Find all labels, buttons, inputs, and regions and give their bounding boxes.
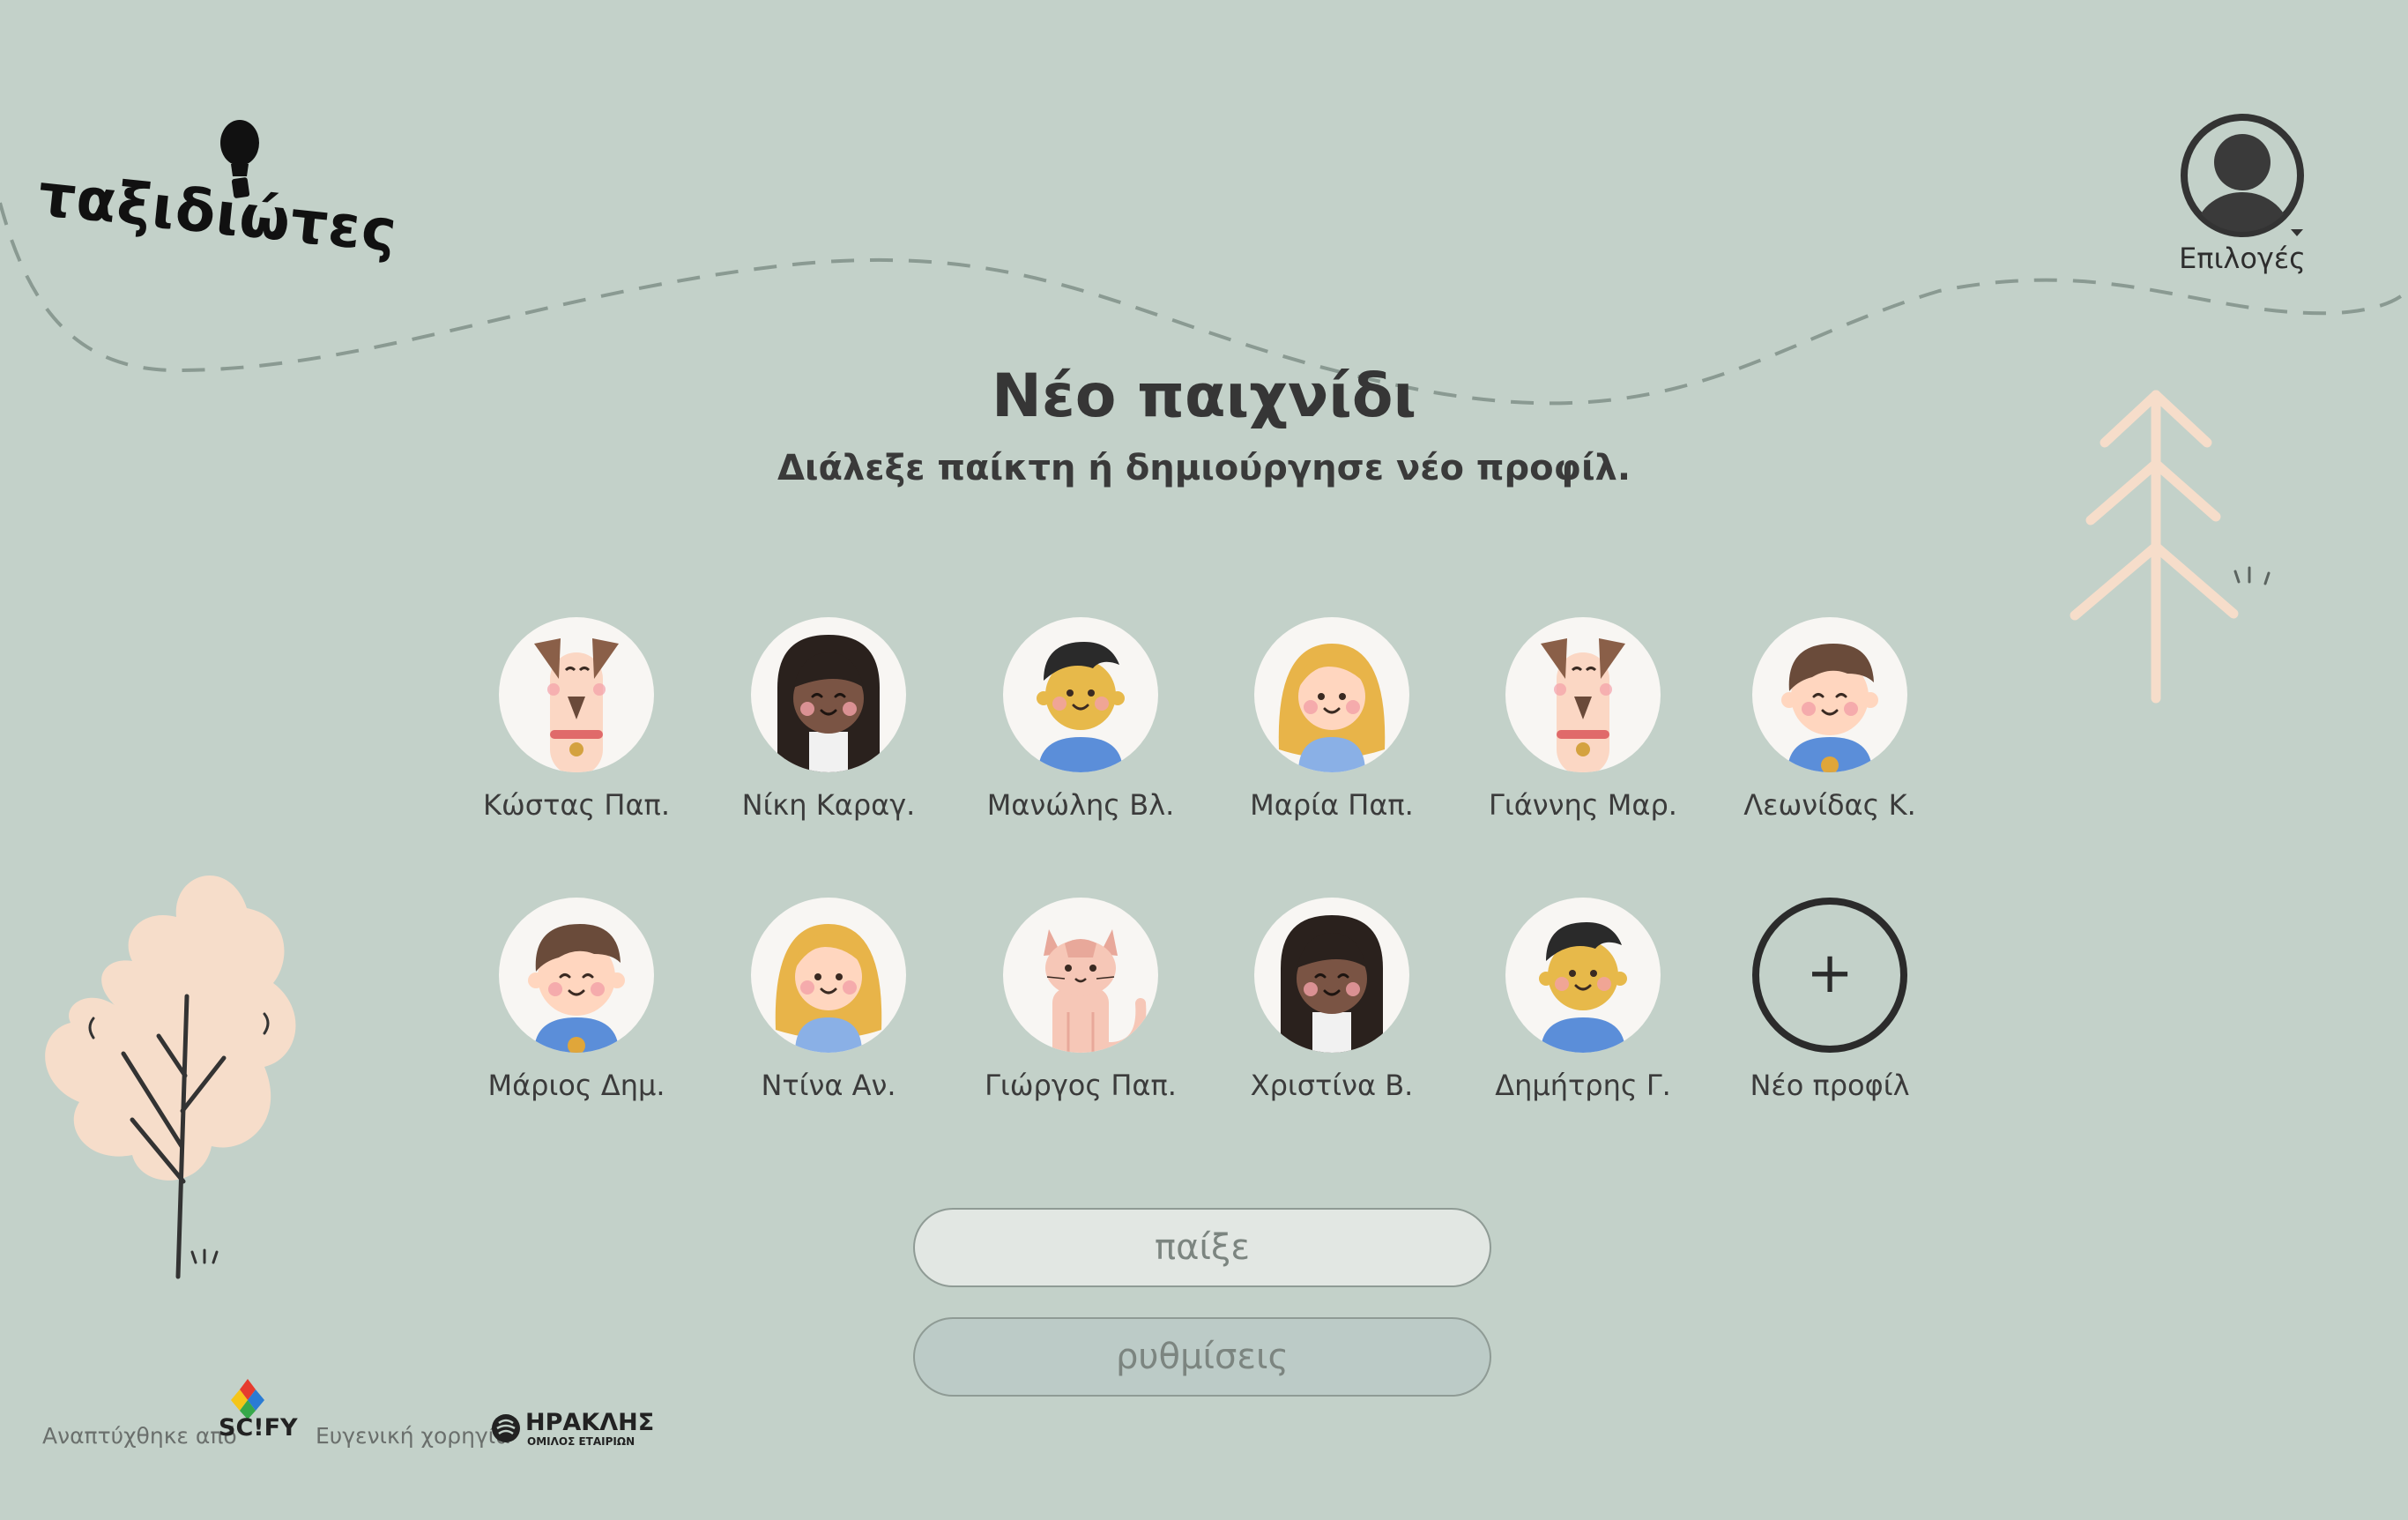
profile-card[interactable]: Δημήτρης Γ. (1468, 898, 1698, 1102)
profile-card[interactable]: Μαρία Παπ. (1217, 617, 1446, 822)
dog-icon (499, 617, 654, 772)
profile-card[interactable]: Χριστίνα Β. (1217, 898, 1446, 1102)
plus-icon: + (1806, 941, 1854, 1006)
profile-name: Ντίνα Αν. (761, 1069, 896, 1102)
profile-card[interactable]: Ντίνα Αν. (714, 898, 943, 1102)
profile-card[interactable]: Μάριος Δημ. (462, 898, 691, 1102)
dog-icon (1505, 617, 1661, 772)
profile-name: Λεωνίδας Κ. (1743, 788, 1916, 822)
profile-name: Μαρία Παπ. (1250, 788, 1414, 822)
profile-name: Δημήτρης Γ. (1495, 1069, 1671, 1102)
new-profile-circle: + (1752, 898, 1907, 1053)
boy-brown-hair-icon (1752, 617, 1907, 772)
cat-icon (1003, 898, 1158, 1053)
profile-name: Χριστίνα Β. (1250, 1069, 1414, 1102)
herakles-logo-subtext: ΟΜΙΛΟΣ ΕΤΑΙΡΙΩΝ (527, 1435, 635, 1448)
girl-blonde-icon (751, 898, 906, 1053)
profile-card[interactable]: Νίκη Καραγ. (714, 617, 943, 822)
new-profile-label: Νέο προφίλ (1750, 1069, 1910, 1102)
profile-name: Μανώλης Βλ. (986, 788, 1175, 822)
user-avatar-icon (2181, 114, 2304, 237)
play-button[interactable]: παίξε (913, 1208, 1491, 1287)
page-title: Νέο παιχνίδι (991, 361, 1417, 431)
profile-name: Νίκη Καραγ. (741, 788, 916, 822)
profile-name: Μάριος Δημ. (487, 1069, 665, 1102)
settings-button[interactable]: ρυθμίσεις (913, 1317, 1491, 1397)
pine-tree-decoration (2070, 390, 2239, 704)
sponsor-text: Ευγενική χορηγία (316, 1423, 510, 1449)
profile-name: Γιώργος Παπ. (985, 1069, 1177, 1102)
profile-card[interactable]: Μανώλης Βλ. (966, 617, 1195, 822)
scify-logo-text: SC!FY (219, 1414, 298, 1442)
profile-name: Κώστας Παπ. (483, 788, 670, 822)
girl-blonde-icon (1254, 617, 1409, 772)
profile-card[interactable]: Κώστας Παπ. (462, 617, 691, 822)
options-label: Επιλογές (2179, 242, 2306, 275)
options-menu-button[interactable]: Επιλογές (2172, 111, 2313, 287)
herakles-logo-text: ΗΡΑΚΛΗΣ (525, 1409, 655, 1436)
app-logo: ταξιδιώτες (35, 106, 400, 265)
profile-name: Γιάννης Μαρ. (1489, 788, 1677, 822)
boy-black-hair-icon (1003, 617, 1158, 772)
profile-card[interactable]: Γιάννης Μαρ. (1468, 617, 1698, 822)
developed-by-text: Αναπτύχθηκε από (42, 1423, 237, 1449)
round-tree-decoration (45, 875, 296, 1279)
profile-card[interactable]: Λεωνίδας Κ. (1715, 617, 1944, 822)
new-profile-button[interactable]: + Νέο προφίλ (1715, 898, 1944, 1102)
girl-dark-hair-icon (1254, 898, 1409, 1053)
dropdown-arrow-icon (2291, 229, 2303, 236)
profile-card[interactable]: Γιώργος Παπ. (966, 898, 1195, 1102)
herakles-logo: ΗΡΑΚΛΗΣ ΟΜΙΛΟΣ ΕΤΑΙΡΙΩΝ (490, 1409, 654, 1449)
page-subtitle: Διάλεξε παίκτη ή δημιούργησε νέο προφίλ. (777, 448, 1631, 488)
boy-black-hair-icon (1505, 898, 1661, 1053)
herakles-emblem-icon (492, 1414, 520, 1442)
boy-brown-hair-icon (499, 898, 654, 1053)
girl-dark-hair-icon (751, 617, 906, 772)
